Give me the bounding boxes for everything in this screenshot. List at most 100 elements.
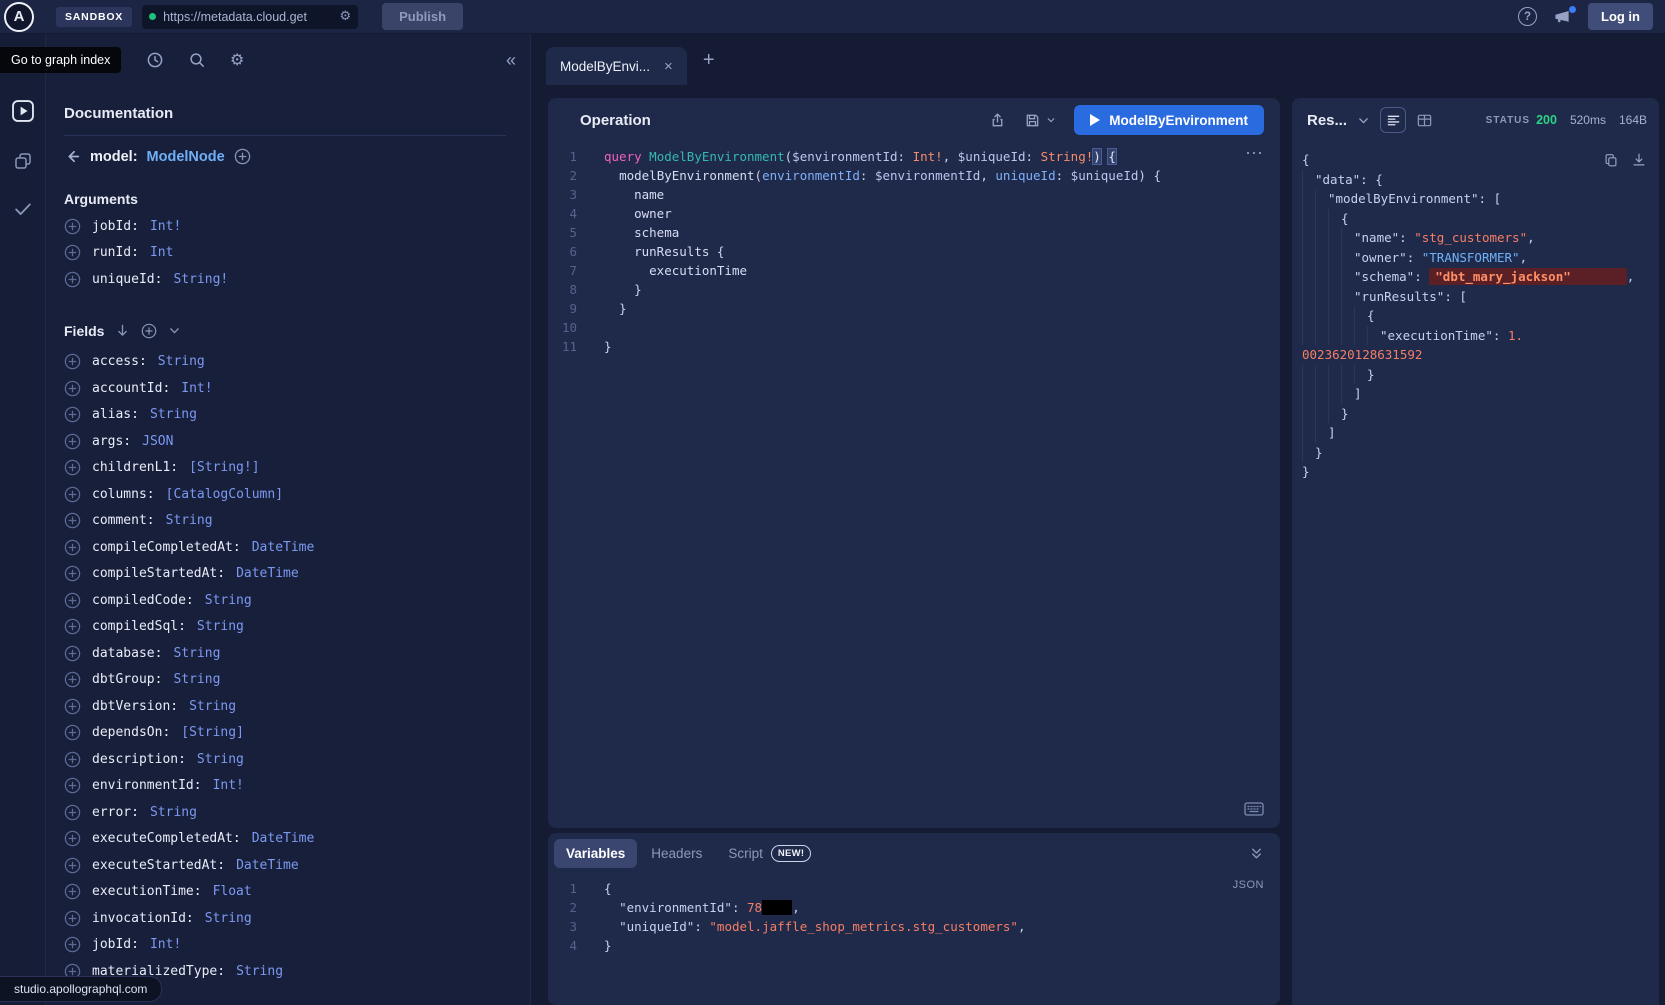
collapse-panel-icon[interactable]: « bbox=[506, 51, 516, 69]
field-type[interactable]: String bbox=[205, 911, 252, 926]
add-field-icon[interactable] bbox=[64, 830, 81, 847]
field-row: comment: String bbox=[64, 508, 506, 535]
copy-response-icon[interactable] bbox=[1603, 152, 1619, 168]
add-field-icon[interactable] bbox=[64, 777, 81, 794]
publish-button[interactable]: Publish bbox=[382, 3, 463, 30]
tab-headers[interactable]: Headers bbox=[639, 839, 714, 868]
sort-fields-icon[interactable] bbox=[115, 323, 130, 338]
add-field-icon[interactable] bbox=[64, 883, 81, 900]
response-raw-view-icon[interactable] bbox=[1380, 107, 1406, 133]
add-field-icon[interactable] bbox=[64, 353, 81, 370]
add-field-icon[interactable] bbox=[64, 910, 81, 927]
download-response-icon[interactable] bbox=[1631, 152, 1647, 168]
argument-type[interactable]: String! bbox=[173, 272, 228, 287]
variables-editor[interactable]: 1{2 "environmentId": 78 ,3 "uniqueId": "… bbox=[548, 873, 1280, 1005]
field-type[interactable]: Float bbox=[213, 884, 252, 899]
add-field-icon[interactable] bbox=[64, 539, 81, 556]
status-label: STATUS bbox=[1486, 115, 1531, 126]
operations-tab-icon[interactable] bbox=[10, 98, 36, 124]
chevron-down-icon[interactable] bbox=[168, 324, 181, 337]
add-field-icon[interactable] bbox=[64, 724, 81, 741]
field-type[interactable]: String bbox=[205, 593, 252, 608]
announcements-icon[interactable] bbox=[1553, 8, 1572, 25]
field-name: alias: bbox=[92, 407, 139, 422]
run-operation-button[interactable]: ModelByEnvironment bbox=[1074, 105, 1264, 135]
field-type[interactable]: DateTime bbox=[236, 566, 299, 581]
search-icon[interactable] bbox=[188, 51, 206, 69]
add-field-icon[interactable] bbox=[64, 433, 81, 450]
field-type[interactable]: String bbox=[173, 672, 220, 687]
add-field-icon[interactable] bbox=[64, 936, 81, 953]
new-tab-icon[interactable]: + bbox=[703, 50, 715, 70]
add-type-icon[interactable] bbox=[234, 148, 251, 165]
add-field-icon[interactable] bbox=[64, 512, 81, 529]
checks-tab-icon[interactable] bbox=[12, 198, 34, 220]
field-type[interactable]: String bbox=[173, 646, 220, 661]
add-field-icon[interactable] bbox=[64, 857, 81, 874]
settings-gear-icon[interactable]: ⚙ bbox=[230, 50, 244, 69]
add-all-fields-icon[interactable] bbox=[141, 323, 157, 339]
add-field-icon[interactable] bbox=[64, 380, 81, 397]
add-field-icon[interactable] bbox=[64, 671, 81, 688]
field-type[interactable]: Int! bbox=[181, 381, 212, 396]
field-type[interactable]: String bbox=[197, 752, 244, 767]
add-field-icon[interactable] bbox=[64, 565, 81, 582]
close-tab-icon[interactable]: × bbox=[664, 59, 673, 74]
add-field-icon[interactable] bbox=[64, 592, 81, 609]
field-type[interactable]: Int! bbox=[150, 937, 181, 952]
add-field-icon[interactable] bbox=[64, 698, 81, 715]
field-type[interactable]: String bbox=[150, 407, 197, 422]
breadcrumb-type-link[interactable]: ModelNode bbox=[147, 149, 225, 165]
operation-tab[interactable]: ModelByEnvi... × bbox=[546, 47, 687, 85]
apollo-logo[interactable]: A bbox=[4, 2, 34, 32]
add-field-icon[interactable] bbox=[64, 804, 81, 821]
field-type[interactable]: JSON bbox=[142, 434, 173, 449]
schema-tab-icon[interactable] bbox=[13, 151, 33, 171]
response-viewer[interactable]: {"data": {"modelByEnvironment": [{"name"… bbox=[1302, 150, 1647, 482]
field-name: accountId: bbox=[92, 381, 170, 396]
add-field-icon[interactable] bbox=[64, 271, 81, 288]
field-type[interactable]: String bbox=[166, 513, 213, 528]
history-icon[interactable] bbox=[146, 51, 164, 69]
tab-script[interactable]: Script NEW! bbox=[716, 838, 823, 869]
field-type[interactable]: Int! bbox=[213, 778, 244, 793]
field-type[interactable]: String bbox=[189, 699, 236, 714]
field-type[interactable]: String bbox=[158, 354, 205, 369]
field-type[interactable]: DateTime bbox=[236, 858, 299, 873]
login-button[interactable]: Log in bbox=[1588, 3, 1653, 30]
add-field-icon[interactable] bbox=[64, 751, 81, 768]
add-field-icon[interactable] bbox=[64, 486, 81, 503]
help-icon[interactable]: ? bbox=[1518, 7, 1537, 26]
field-type[interactable]: String bbox=[236, 964, 283, 979]
field-type[interactable]: DateTime bbox=[252, 831, 315, 846]
field-row: alias: String bbox=[64, 402, 506, 429]
response-dropdown-chevron-icon[interactable] bbox=[1357, 114, 1370, 127]
response-table-view-icon[interactable] bbox=[1416, 112, 1433, 129]
add-field-icon[interactable] bbox=[64, 218, 81, 235]
add-field-icon[interactable] bbox=[64, 645, 81, 662]
field-type[interactable]: DateTime bbox=[252, 540, 315, 555]
field-type[interactable]: String bbox=[150, 805, 197, 820]
collapse-variables-icon[interactable] bbox=[1249, 846, 1264, 861]
add-field-icon[interactable] bbox=[64, 406, 81, 423]
field-type[interactable]: String bbox=[197, 619, 244, 634]
keyboard-shortcuts-icon[interactable] bbox=[1244, 802, 1264, 816]
operation-editor[interactable]: 1query ModelByEnvironment($environmentId… bbox=[548, 142, 1280, 828]
save-operation-button[interactable] bbox=[1024, 112, 1056, 129]
editor-options-icon[interactable]: ⋯ bbox=[1245, 144, 1264, 162]
field-type[interactable]: [CatalogColumn] bbox=[166, 487, 283, 502]
field-type[interactable]: [String] bbox=[181, 725, 244, 740]
back-arrow-icon[interactable] bbox=[64, 148, 81, 165]
add-field-icon[interactable] bbox=[64, 618, 81, 635]
field-type[interactable]: [String!] bbox=[189, 460, 259, 475]
add-field-icon[interactable] bbox=[64, 459, 81, 476]
field-name: executeStartedAt: bbox=[92, 858, 225, 873]
argument-type[interactable]: Int! bbox=[150, 219, 181, 234]
add-field-icon[interactable] bbox=[64, 244, 81, 261]
field-row: compiledCode: String bbox=[64, 587, 506, 614]
share-operation-icon[interactable] bbox=[989, 112, 1006, 129]
tab-variables[interactable]: Variables bbox=[554, 839, 637, 868]
endpoint-settings-icon[interactable]: ⚙ bbox=[339, 9, 351, 24]
endpoint-url-input[interactable]: https://metadata.cloud.get ⚙ bbox=[142, 5, 358, 29]
argument-type[interactable]: Int bbox=[150, 245, 173, 260]
